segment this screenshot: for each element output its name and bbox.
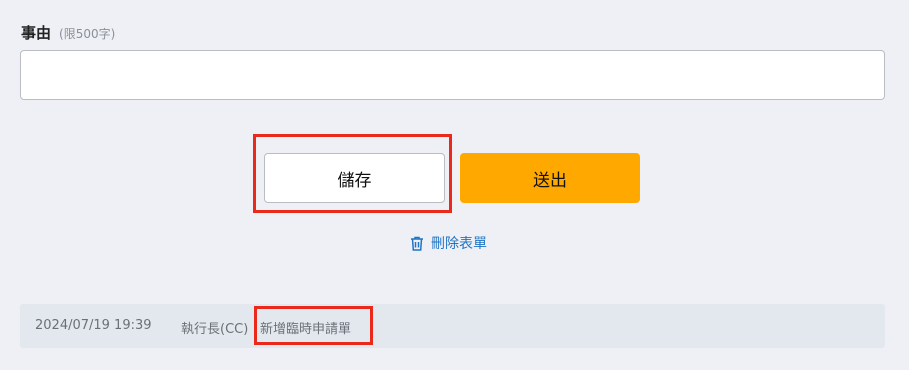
log-timestamp: 2024/07/19 19:39 bbox=[35, 318, 152, 333]
submit-button[interactable]: 送出 bbox=[460, 153, 640, 203]
log-action-highlight-box bbox=[254, 306, 373, 345]
delete-form-label: 刪除表單 bbox=[431, 236, 487, 252]
save-button[interactable]: 儲存 bbox=[264, 153, 445, 203]
delete-form-link[interactable]: 刪除表單 bbox=[409, 233, 487, 253]
trash-icon bbox=[409, 235, 431, 252]
log-user: 執行長(CC) bbox=[181, 322, 249, 337]
reason-label-row: 事由 (限500字) bbox=[21, 22, 115, 43]
activity-log-entry: 2024/07/19 19:39 執行長(CC) 新增臨時申請單 bbox=[20, 304, 885, 348]
reason-label: 事由 bbox=[21, 24, 52, 42]
reason-input[interactable] bbox=[20, 50, 885, 100]
reason-char-limit-hint: (限500字) bbox=[59, 27, 116, 41]
